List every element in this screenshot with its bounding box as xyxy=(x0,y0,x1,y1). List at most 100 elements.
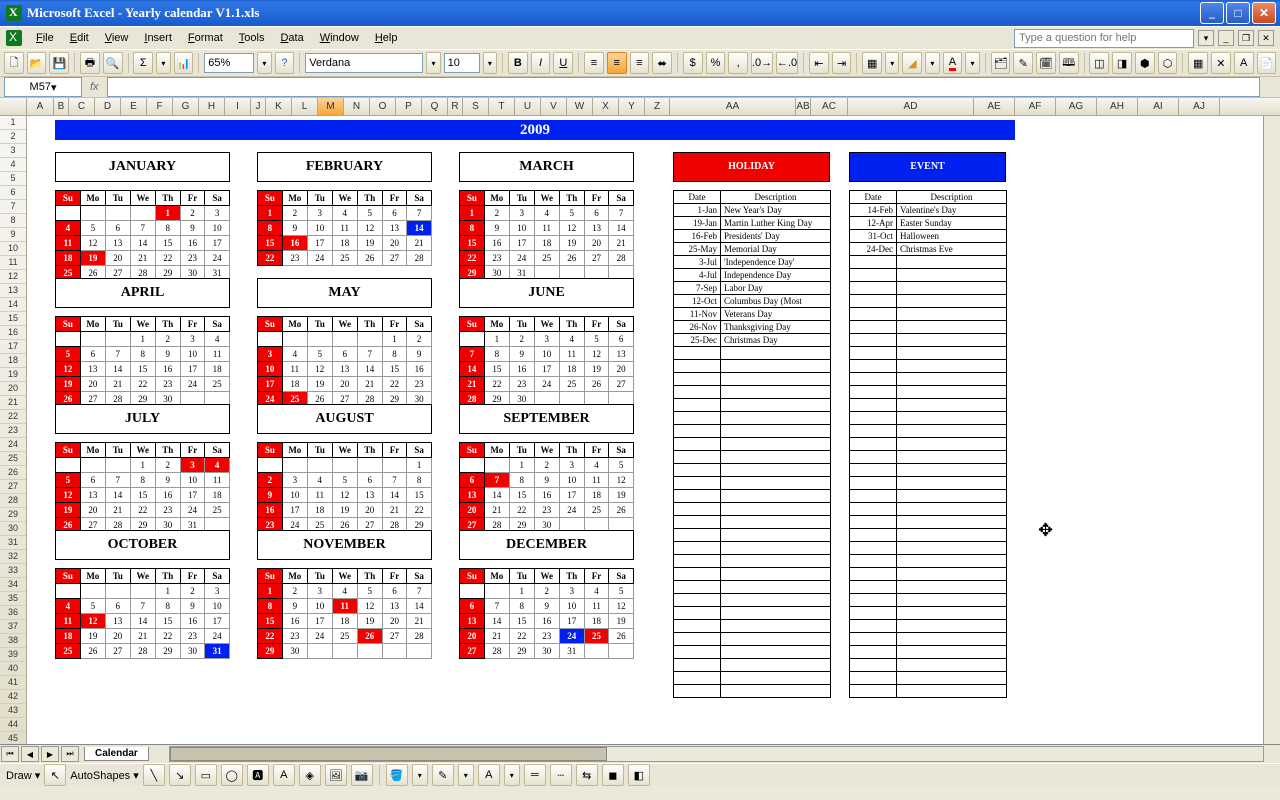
row-33[interactable]: 33 xyxy=(0,564,26,578)
row-28[interactable]: 28 xyxy=(0,494,26,508)
new-button[interactable]: 🗋 xyxy=(4,52,24,74)
tab-prev[interactable]: ◀ xyxy=(21,746,39,762)
col-AD[interactable]: AD xyxy=(848,98,974,115)
row-41[interactable]: 41 xyxy=(0,676,26,690)
merge-button[interactable]: ⬌ xyxy=(652,52,672,74)
row-24[interactable]: 24 xyxy=(0,438,26,452)
help-button[interactable]: ? xyxy=(275,52,295,74)
col-AI[interactable]: AI xyxy=(1138,98,1179,115)
menu-file[interactable]: File xyxy=(28,30,62,46)
borders-button[interactable]: ▦ xyxy=(862,52,882,74)
picture-button[interactable]: 📷 xyxy=(351,764,373,786)
col-P[interactable]: P xyxy=(396,98,422,115)
doc-minimize[interactable]: _ xyxy=(1218,30,1234,46)
horizontal-scrollbar[interactable] xyxy=(169,746,1264,762)
fontsize-input[interactable] xyxy=(444,53,480,73)
col-E[interactable]: E xyxy=(121,98,147,115)
row-5[interactable]: 5 xyxy=(0,172,26,186)
rectangle-button[interactable]: ▭ xyxy=(195,764,217,786)
select-all-cell[interactable] xyxy=(0,98,27,115)
print-button[interactable]: 🖶 xyxy=(80,52,100,74)
col-A[interactable]: A xyxy=(27,98,54,115)
line-button[interactable]: ╲ xyxy=(143,764,165,786)
row-7[interactable]: 7 xyxy=(0,200,26,214)
fill-button[interactable]: 🪣 xyxy=(386,764,408,786)
col-H[interactable]: H xyxy=(199,98,225,115)
tool-11[interactable]: A xyxy=(1234,52,1254,74)
cell-area[interactable]: 2009 HOLIDAY EVENT JANUARYSuMoTuWeThFrSa… xyxy=(27,116,1280,744)
oval-button[interactable]: ◯ xyxy=(221,764,243,786)
menu-format[interactable]: Format xyxy=(180,30,231,46)
row-3[interactable]: 3 xyxy=(0,144,26,158)
autosum-dd[interactable]: ▾ xyxy=(156,52,170,74)
autosum-button[interactable]: Σ xyxy=(133,52,153,74)
help-dropdown[interactable]: ▾ xyxy=(1198,30,1214,46)
col-AC[interactable]: AC xyxy=(811,98,848,115)
chart-button[interactable]: 📊 xyxy=(174,52,194,74)
row-10[interactable]: 10 xyxy=(0,242,26,256)
fillcolor-dd[interactable]: ▾ xyxy=(925,52,939,74)
autoshapes-menu[interactable]: AutoShapes ▾ xyxy=(70,769,139,782)
row-25[interactable]: 25 xyxy=(0,452,26,466)
row-42[interactable]: 42 xyxy=(0,690,26,704)
col-X[interactable]: X xyxy=(593,98,619,115)
increase-indent-button[interactable]: ⇥ xyxy=(832,52,852,74)
col-N[interactable]: N xyxy=(344,98,370,115)
tool-12[interactable]: 📄 xyxy=(1257,52,1277,74)
row-43[interactable]: 43 xyxy=(0,704,26,718)
textbox-button[interactable]: 🅰 xyxy=(247,764,269,786)
zoom-dd[interactable]: ▾ xyxy=(257,52,271,74)
col-J[interactable]: J xyxy=(251,98,266,115)
linestyle-button[interactable]: ═ xyxy=(524,764,546,786)
col-K[interactable]: K xyxy=(266,98,292,115)
menu-insert[interactable]: Insert xyxy=(136,30,180,46)
shadow-button[interactable]: ◼ xyxy=(602,764,624,786)
row-18[interactable]: 18 xyxy=(0,354,26,368)
tool-8[interactable]: ⬡ xyxy=(1158,52,1178,74)
draw-menu[interactable]: Draw ▾ xyxy=(6,769,40,782)
tool-3[interactable]: 🗓 xyxy=(1036,52,1056,74)
row-34[interactable]: 34 xyxy=(0,578,26,592)
row-19[interactable]: 19 xyxy=(0,368,26,382)
row-15[interactable]: 15 xyxy=(0,312,26,326)
col-AE[interactable]: AE xyxy=(974,98,1015,115)
align-left-button[interactable]: ≡ xyxy=(584,52,604,74)
diagram-button[interactable]: ◈ xyxy=(299,764,321,786)
spreadsheet-grid[interactable]: ABCDEFGHIJKLMNOPQRSTUVWXYZAAABACADAEAFAG… xyxy=(0,98,1280,744)
save-button[interactable]: 💾 xyxy=(49,52,69,74)
menu-data[interactable]: Data xyxy=(272,30,311,46)
fontsize-dd[interactable]: ▾ xyxy=(483,52,497,74)
close-button[interactable]: ✕ xyxy=(1252,2,1276,24)
row-11[interactable]: 11 xyxy=(0,256,26,270)
increase-decimal-button[interactable]: .0→ xyxy=(751,52,773,74)
row-29[interactable]: 29 xyxy=(0,508,26,522)
font-dd[interactable]: ▾ xyxy=(426,52,440,74)
tab-first[interactable]: ⏮ xyxy=(1,746,19,762)
col-AG[interactable]: AG xyxy=(1056,98,1097,115)
vertical-scrollbar[interactable] xyxy=(1263,116,1280,744)
menu-tools[interactable]: Tools xyxy=(231,30,273,46)
col-G[interactable]: G xyxy=(173,98,199,115)
fillcolor-button[interactable]: ◢ xyxy=(902,52,922,74)
col-L[interactable]: L xyxy=(292,98,318,115)
col-D[interactable]: D xyxy=(95,98,121,115)
col-Y[interactable]: Y xyxy=(619,98,645,115)
col-B[interactable]: B xyxy=(54,98,69,115)
3d-button[interactable]: ◧ xyxy=(628,764,650,786)
row-37[interactable]: 37 xyxy=(0,620,26,634)
sheet-tab-calendar[interactable]: Calendar xyxy=(84,747,149,761)
col-Z[interactable]: Z xyxy=(645,98,670,115)
clipart-button[interactable]: 🖼 xyxy=(325,764,347,786)
col-AB[interactable]: AB xyxy=(796,98,811,115)
row-31[interactable]: 31 xyxy=(0,536,26,550)
col-V[interactable]: V xyxy=(541,98,567,115)
col-I[interactable]: I xyxy=(225,98,251,115)
row-38[interactable]: 38 xyxy=(0,634,26,648)
underline-button[interactable]: U xyxy=(553,52,573,74)
col-S[interactable]: S xyxy=(463,98,489,115)
row-23[interactable]: 23 xyxy=(0,424,26,438)
zoom-input[interactable] xyxy=(204,53,254,73)
row-36[interactable]: 36 xyxy=(0,606,26,620)
dashstyle-button[interactable]: ┄ xyxy=(550,764,572,786)
col-Q[interactable]: Q xyxy=(422,98,448,115)
